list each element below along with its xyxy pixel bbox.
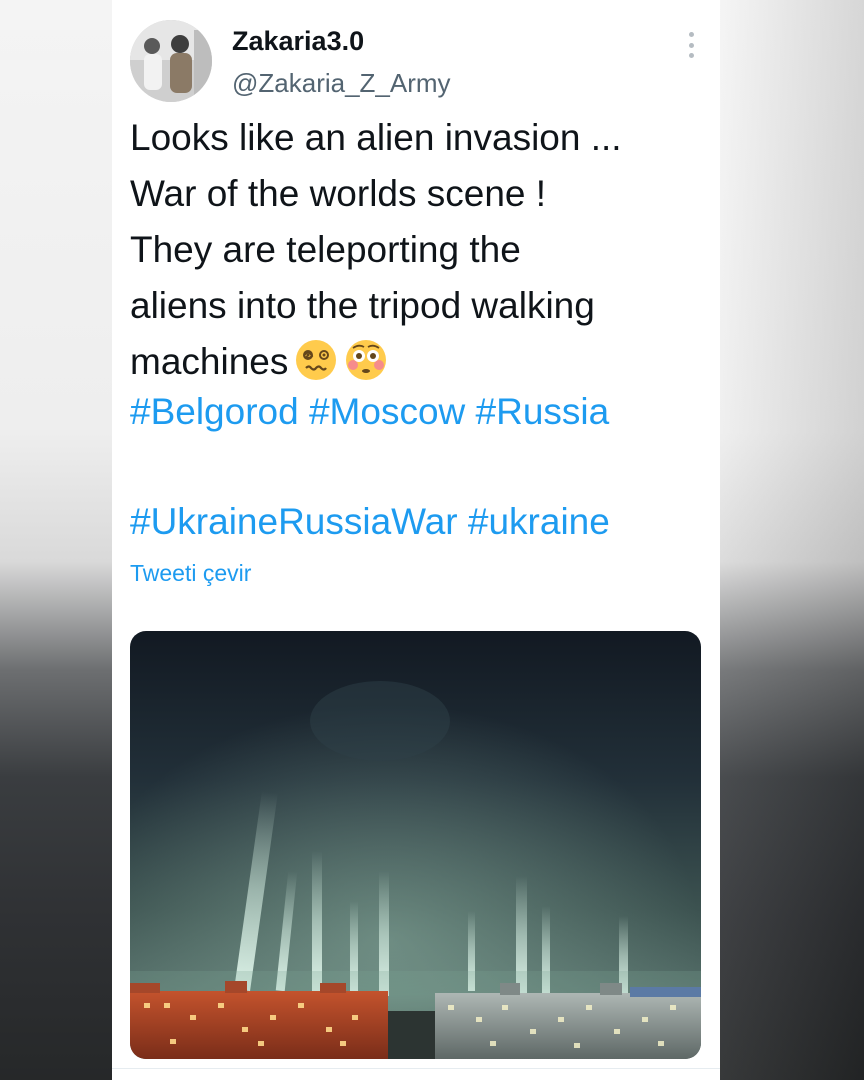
more-dot bbox=[688, 53, 694, 58]
translate-tweet-link[interactable]: Tweeti çevir bbox=[130, 560, 251, 587]
more-dot bbox=[688, 32, 694, 37]
hashtag-link[interactable]: #UkraineRussiaWar bbox=[130, 501, 458, 542]
tweet-text-line-content: machines bbox=[130, 341, 289, 382]
hashtag-link[interactable]: #Russia bbox=[476, 391, 610, 432]
tweet-text: Looks like an alien invasion ... War of … bbox=[130, 110, 710, 390]
avatar[interactable] bbox=[130, 20, 212, 102]
tweet-card: Zakaria3.0 @Zakaria_Z_Army Looks like an… bbox=[112, 0, 720, 1080]
video-frame: Zakaria3.0 @Zakaria_Z_Army Looks like an… bbox=[0, 0, 864, 1080]
blurred-background-right bbox=[720, 0, 864, 1080]
more-options-icon[interactable] bbox=[684, 32, 698, 58]
night-sky-light-pillars-photo bbox=[130, 631, 701, 1059]
tweet-text-line: Looks like an alien invasion ... bbox=[130, 117, 622, 158]
dizzy-face-icon bbox=[296, 340, 337, 380]
hashtags: #Belgorod #Moscow #Russia #UkraineRussia… bbox=[130, 384, 710, 550]
tweet-text-line-last: machines bbox=[130, 334, 710, 390]
more-dot bbox=[688, 42, 694, 48]
flushed-face-icon bbox=[346, 340, 387, 380]
hashtag-link[interactable]: #Belgorod bbox=[130, 391, 299, 432]
tweet-media-image[interactable] bbox=[130, 631, 701, 1059]
user-handle[interactable]: @Zakaria_Z_Army bbox=[232, 68, 451, 99]
blurred-background-left bbox=[0, 0, 112, 1080]
card-bottom-divider bbox=[112, 1068, 720, 1080]
tweet-header: Zakaria3.0 @Zakaria_Z_Army bbox=[130, 20, 700, 104]
tweet-text-line: War of the worlds scene ! bbox=[130, 173, 547, 214]
display-name[interactable]: Zakaria3.0 bbox=[232, 26, 364, 57]
hashtag-line: #Belgorod #Moscow #Russia bbox=[130, 384, 710, 440]
tweet-text-line: They are teleporting the bbox=[130, 229, 521, 270]
tweet-text-line: aliens into the tripod walking bbox=[130, 285, 595, 326]
avatar-photo bbox=[130, 20, 212, 102]
hashtag-link[interactable]: #ukraine bbox=[468, 501, 610, 542]
hashtag-link[interactable]: #Moscow bbox=[309, 391, 465, 432]
hashtag-line: #UkraineRussiaWar #ukraine bbox=[130, 494, 710, 550]
